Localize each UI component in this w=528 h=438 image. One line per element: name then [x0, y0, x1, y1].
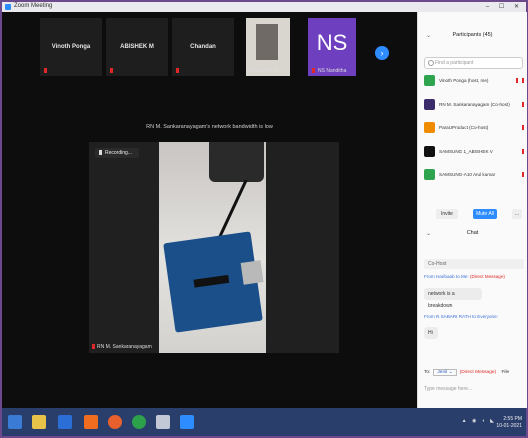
- participant-name: Vinoth Ponga (host, me): [439, 78, 489, 83]
- video-tile-vinoth[interactable]: Vinoth Ponga: [40, 18, 102, 76]
- system-tray[interactable]: ▲ ◉ ◖ ◣: [462, 418, 496, 424]
- avatar: [424, 122, 435, 133]
- participant-row[interactable]: SAMSUNG 1_ABISHEK V: [424, 146, 524, 160]
- clock-date: 10-01-2021: [496, 423, 522, 429]
- bandwidth-notice: RN M. Sankaranayagam's network bandwidth…: [146, 124, 273, 130]
- participant-name: SAMSUNG-A10 Arul kumar: [439, 172, 496, 177]
- avatar: [424, 99, 435, 110]
- explorer-icon[interactable]: [32, 415, 46, 429]
- recipient-select[interactable]: Jenil ⌄: [433, 369, 457, 376]
- chat-input[interactable]: Type message here...: [424, 386, 472, 392]
- avatar: [424, 75, 435, 86]
- muted-mic-icon: [312, 68, 315, 73]
- clock[interactable]: 2:55 PM 10-01-2021: [496, 416, 522, 430]
- video-tile-abishek[interactable]: ABISHEK M: [106, 18, 168, 76]
- firefox-icon[interactable]: [108, 415, 122, 429]
- title-bar: Zoom Meeting – ☐ ✕: [2, 2, 526, 12]
- video-feed: [159, 142, 266, 353]
- muted-mic-icon: [522, 149, 524, 154]
- chat-recipient-row: To: Jenil ⌄ (Direct Message) File: [424, 369, 509, 376]
- message-sender: From Haribaab to Me:: [424, 274, 469, 279]
- tile-label: Sumesh M S: [248, 68, 277, 74]
- participant-row[interactable]: SAMSUNG-A10 Arul kumar: [424, 169, 524, 183]
- search-placeholder: Find a participant: [435, 60, 474, 66]
- chip: [193, 274, 230, 288]
- chat-title: Chat: [466, 230, 479, 236]
- message-meta: From Haribaab to Me: (Direct Message): [424, 274, 505, 279]
- avatar: [424, 146, 435, 157]
- direct-message-flag: (Direct Message): [459, 370, 497, 375]
- muted-mic-icon: [92, 344, 95, 350]
- chrome-icon[interactable]: [132, 415, 146, 429]
- muted-mic-icon: [522, 125, 524, 130]
- video-off-icon: [522, 78, 524, 83]
- participant-row[interactable]: Vinoth Ponga (host, me): [424, 75, 524, 89]
- tile-name: Vinoth Ponga: [51, 44, 91, 50]
- side-panel: ⌄ Participants (45) Find a participant V…: [417, 12, 527, 408]
- chat-message: network is a breakdown: [424, 288, 482, 309]
- zoom-app-icon: [5, 4, 11, 10]
- meeting-area: Vinoth Ponga ABISHEK M Chandan Sumesh M …: [2, 12, 417, 408]
- message-meta: From R.SABARI RATH to Everyone:: [424, 314, 498, 319]
- file-button[interactable]: File: [502, 370, 510, 375]
- participant-name: RN M. Sankaranayagam (Co-host): [439, 102, 510, 107]
- ie-icon[interactable]: [58, 415, 72, 429]
- participant-strip: Vinoth Ponga ABISHEK M Chandan Sumesh M …: [2, 18, 417, 76]
- pause-icon: [99, 150, 102, 156]
- muted-mic-icon: [44, 68, 47, 73]
- device-object: [209, 142, 264, 182]
- muted-mic-icon: [110, 68, 113, 73]
- direct-message-flag: (Direct Message): [469, 274, 505, 279]
- search-icon: [428, 60, 434, 66]
- media-icon[interactable]: [84, 415, 98, 429]
- clock-time: 2:55 PM: [503, 416, 522, 422]
- arduino-board: [163, 231, 264, 333]
- participant-name: ParaUProduct (Co-host): [439, 125, 489, 130]
- sharer-label: RN M. Sankaranayagam: [92, 344, 152, 350]
- participants-title: Participants (45): [452, 32, 493, 38]
- recording-indicator[interactable]: Recording...: [95, 148, 139, 158]
- more-button[interactable]: ...: [512, 209, 522, 219]
- participant-name: SAMSUNG 1_ABISHEK V: [439, 149, 493, 154]
- usb-port: [240, 260, 264, 285]
- video-tile-ns[interactable]: NS NS Nanditha: [308, 18, 356, 76]
- avatar: [424, 169, 435, 180]
- chat-message: Hi: [424, 327, 438, 339]
- zoom-taskbar-icon[interactable]: [180, 415, 194, 429]
- muted-mic-icon: [176, 68, 179, 73]
- taskbar: ▲ ◉ ◖ ◣ 2:55 PM 10-01-2021: [2, 408, 526, 436]
- video-tile-chandan[interactable]: Chandan: [172, 18, 234, 76]
- sharer-name: RN M. Sankaranayagam: [97, 344, 152, 350]
- window-title: Zoom Meeting: [14, 3, 53, 9]
- zoom-window: Zoom Meeting – ☐ ✕ Vinoth Ponga ABISHEK …: [2, 2, 527, 436]
- windows-start-icon[interactable]: [8, 415, 22, 429]
- invite-button[interactable]: Invite: [436, 209, 458, 219]
- window-controls[interactable]: – ☐ ✕: [486, 3, 523, 10]
- chat-to-host: Co-Host: [424, 259, 524, 269]
- participant-row[interactable]: ParaUProduct (Co-host): [424, 122, 524, 136]
- tile-name: ABISHEK M: [120, 44, 154, 50]
- muted-mic-icon: [522, 102, 524, 107]
- camera-feed: [256, 24, 278, 60]
- recording-label: Recording...: [105, 150, 132, 156]
- video-tile-camera[interactable]: Sumesh M S: [246, 18, 290, 76]
- muted-mic-icon: [522, 172, 524, 177]
- to-label: To:: [424, 370, 431, 375]
- next-page-button[interactable]: ›: [375, 46, 389, 60]
- muted-mic-icon: [516, 78, 518, 83]
- app-icon[interactable]: [156, 415, 170, 429]
- tile-name: Chandan: [190, 44, 216, 50]
- initials-avatar: NS: [316, 30, 348, 55]
- tile-label: NS Nanditha: [318, 68, 347, 74]
- mute-all-button[interactable]: Mute All: [473, 209, 497, 219]
- participant-row[interactable]: RN M. Sankaranayagam (Co-host): [424, 99, 524, 113]
- cable: [217, 179, 248, 240]
- participant-search-input[interactable]: Find a participant: [424, 57, 523, 69]
- shared-video: Recording... RN M. Sankaranayagam: [89, 142, 339, 353]
